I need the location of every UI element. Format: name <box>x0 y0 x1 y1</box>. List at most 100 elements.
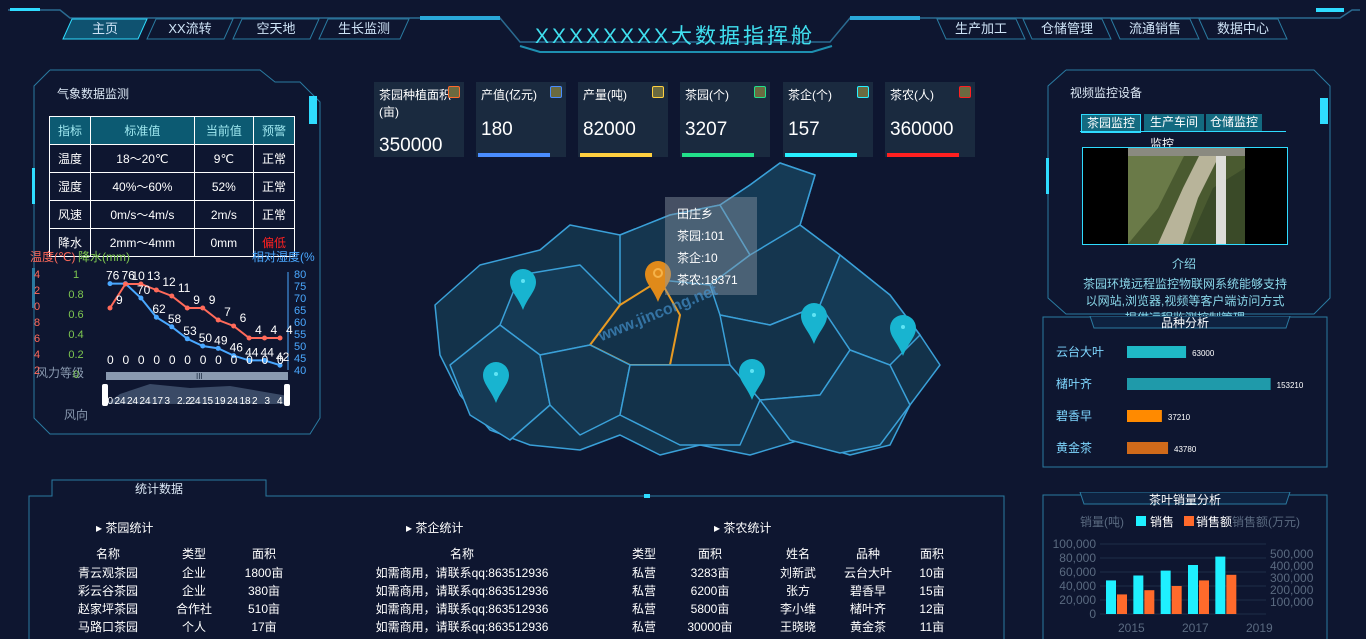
humidity-value-label: 53 <box>183 324 197 338</box>
stat-label: 茶园(个) <box>685 88 729 102</box>
map-pin-icon[interactable] <box>799 301 829 345</box>
cell-warn: 正常 <box>252 144 296 173</box>
rain-value-label: 0 <box>246 353 253 367</box>
weather-chart-svg: 420864210.80.60.40.208075706560555045409… <box>34 269 306 407</box>
temperature-point <box>262 335 268 341</box>
stats-cell: 企业 <box>181 566 207 580</box>
nav-space[interactable]: 空天地 <box>232 18 320 40</box>
sales-bar[interactable] <box>1133 575 1144 615</box>
humidity-value-label: 70 <box>137 283 151 297</box>
stats-cell: 510亩 <box>247 602 281 616</box>
stats-cell: 张方 <box>785 584 811 598</box>
variety-bar[interactable] <box>1127 346 1187 358</box>
x-axis-tick: 24 <box>190 396 202 407</box>
x-axis-tick: 17 <box>152 396 164 407</box>
humidity-value-label: 76 <box>121 269 135 283</box>
video-player[interactable] <box>1082 147 1288 245</box>
map-tooltip: 田庄乡 茶园:101 茶企:10 茶农:18371 <box>665 197 757 295</box>
stat-icon <box>652 86 664 98</box>
rain-value-label: 0 <box>277 353 284 367</box>
map-pin-icon[interactable] <box>888 313 918 357</box>
nav-transfer-label: XX流转 <box>168 21 212 36</box>
farmer-stats-heading: ▸ 茶农统计 <box>714 519 771 536</box>
sales-bar[interactable] <box>1188 565 1198 614</box>
revenue-bar[interactable] <box>1199 580 1209 614</box>
col-warning: 预警 <box>252 116 296 145</box>
x-axis-tick: 2 <box>252 396 258 407</box>
tab-workshop[interactable]: 生产车间 <box>1144 114 1204 131</box>
revenue-bar[interactable] <box>1226 574 1237 614</box>
nav-storage[interactable]: 仓储管理 <box>1022 18 1112 40</box>
stats-cell: 李小维 <box>779 602 817 616</box>
stat-card: 产量(吨) 82000 <box>578 82 668 157</box>
tooltip-title: 田庄乡 <box>677 207 714 221</box>
variety-bar[interactable] <box>1127 378 1271 390</box>
nav-transfer[interactable]: XX流转 <box>146 18 234 40</box>
nav-growth[interactable]: 生长监测 <box>318 18 410 40</box>
revenue-bar[interactable] <box>1144 590 1155 614</box>
intro-text-holder <box>1058 268 1059 269</box>
stat-card: 茶农(人) 360000 <box>885 82 975 157</box>
tooltip-farmer: 茶农:18371 <box>677 273 738 287</box>
variety-value-label: 43780 <box>1174 445 1197 454</box>
temperature-point <box>277 335 283 341</box>
statistics-title: 统计数据 <box>134 482 183 496</box>
cell-std: 40%～60% <box>90 172 195 201</box>
stats-cell: 个人 <box>181 620 207 634</box>
rain-value-label: 0 <box>184 353 191 367</box>
sales-left-tick: 80,000 <box>1059 551 1096 565</box>
temperature-point <box>169 293 175 299</box>
map-pin-icon[interactable] <box>508 267 538 311</box>
stats-cell: 赵家坪茶园 <box>77 602 139 616</box>
stat-value: 350000 <box>379 135 443 156</box>
stats-cell: 黄金茶 <box>849 620 887 634</box>
temp-value-label: 4 <box>271 323 278 337</box>
stats-col-header: 类型 <box>631 547 657 561</box>
enterprise-stats-heading: ▸ 茶企统计 <box>406 519 463 536</box>
nav-datacenter-label: 数据中心 <box>1216 21 1269 36</box>
revenue-bar[interactable] <box>1171 586 1182 614</box>
stats-cell: 私营 <box>631 602 657 616</box>
tab-storage-monitor[interactable]: 仓储监控 <box>1206 114 1262 131</box>
variety-bar[interactable] <box>1127 442 1169 454</box>
nav-production[interactable]: 生产加工 <box>936 18 1026 40</box>
zoom-slider-handle-right[interactable] <box>284 384 290 406</box>
x-axis-tick: 3 <box>265 396 271 407</box>
stat-card: 茶企(个) 157 <box>783 82 873 157</box>
stats-cell: 私营 <box>631 620 657 634</box>
rain-value-label: 0 <box>122 353 129 367</box>
humidity-value-label: 50 <box>199 331 213 345</box>
cell-std: 0m/s～4m/s <box>90 200 195 229</box>
rain-value-label: 0 <box>262 353 269 367</box>
sales-bar[interactable] <box>1160 570 1171 614</box>
table-row: 温度 18～20℃ 9℃ 正常 <box>49 144 296 173</box>
variety-bar[interactable] <box>1127 410 1162 422</box>
stats-cell: 私营 <box>631 566 657 580</box>
temp-axis-tick: 8 <box>34 317 40 329</box>
humidity-axis-tick: 60 <box>294 317 306 329</box>
temp-value-label: 9 <box>209 293 216 307</box>
stats-cell: 彩云谷茶园 <box>77 584 139 598</box>
video-frame-image <box>1128 148 1245 244</box>
stats-col-header: 面积 <box>251 547 277 561</box>
legend-swatch-sales <box>1136 516 1146 526</box>
stats-cell: 15亩 <box>919 584 945 598</box>
stats-col-header: 面积 <box>697 547 723 561</box>
rain-axis-tick: 0.8 <box>68 289 83 301</box>
map-pin-icon[interactable] <box>481 360 511 404</box>
stats-cell: 云台大叶 <box>843 566 893 580</box>
col-indicator: 指标 <box>49 116 91 145</box>
revenue-bar[interactable] <box>1117 594 1127 614</box>
sales-bar[interactable] <box>1215 556 1226 614</box>
sales-bar[interactable] <box>1106 580 1116 614</box>
nav-home[interactable]: 主页 <box>62 18 148 40</box>
temperature-point <box>200 305 206 311</box>
stat-label: 产量(吨) <box>583 88 627 102</box>
stat-card: 产值(亿元) 180 <box>476 82 566 157</box>
tooltip-enterprise: 茶企:10 <box>677 251 718 265</box>
temp-value-label: 4 <box>286 323 293 337</box>
nav-sales[interactable]: 流通销售 <box>1110 18 1200 40</box>
temperature-point <box>231 323 237 329</box>
map-pin-icon[interactable] <box>737 357 767 401</box>
nav-datacenter[interactable]: 数据中心 <box>1198 18 1288 40</box>
